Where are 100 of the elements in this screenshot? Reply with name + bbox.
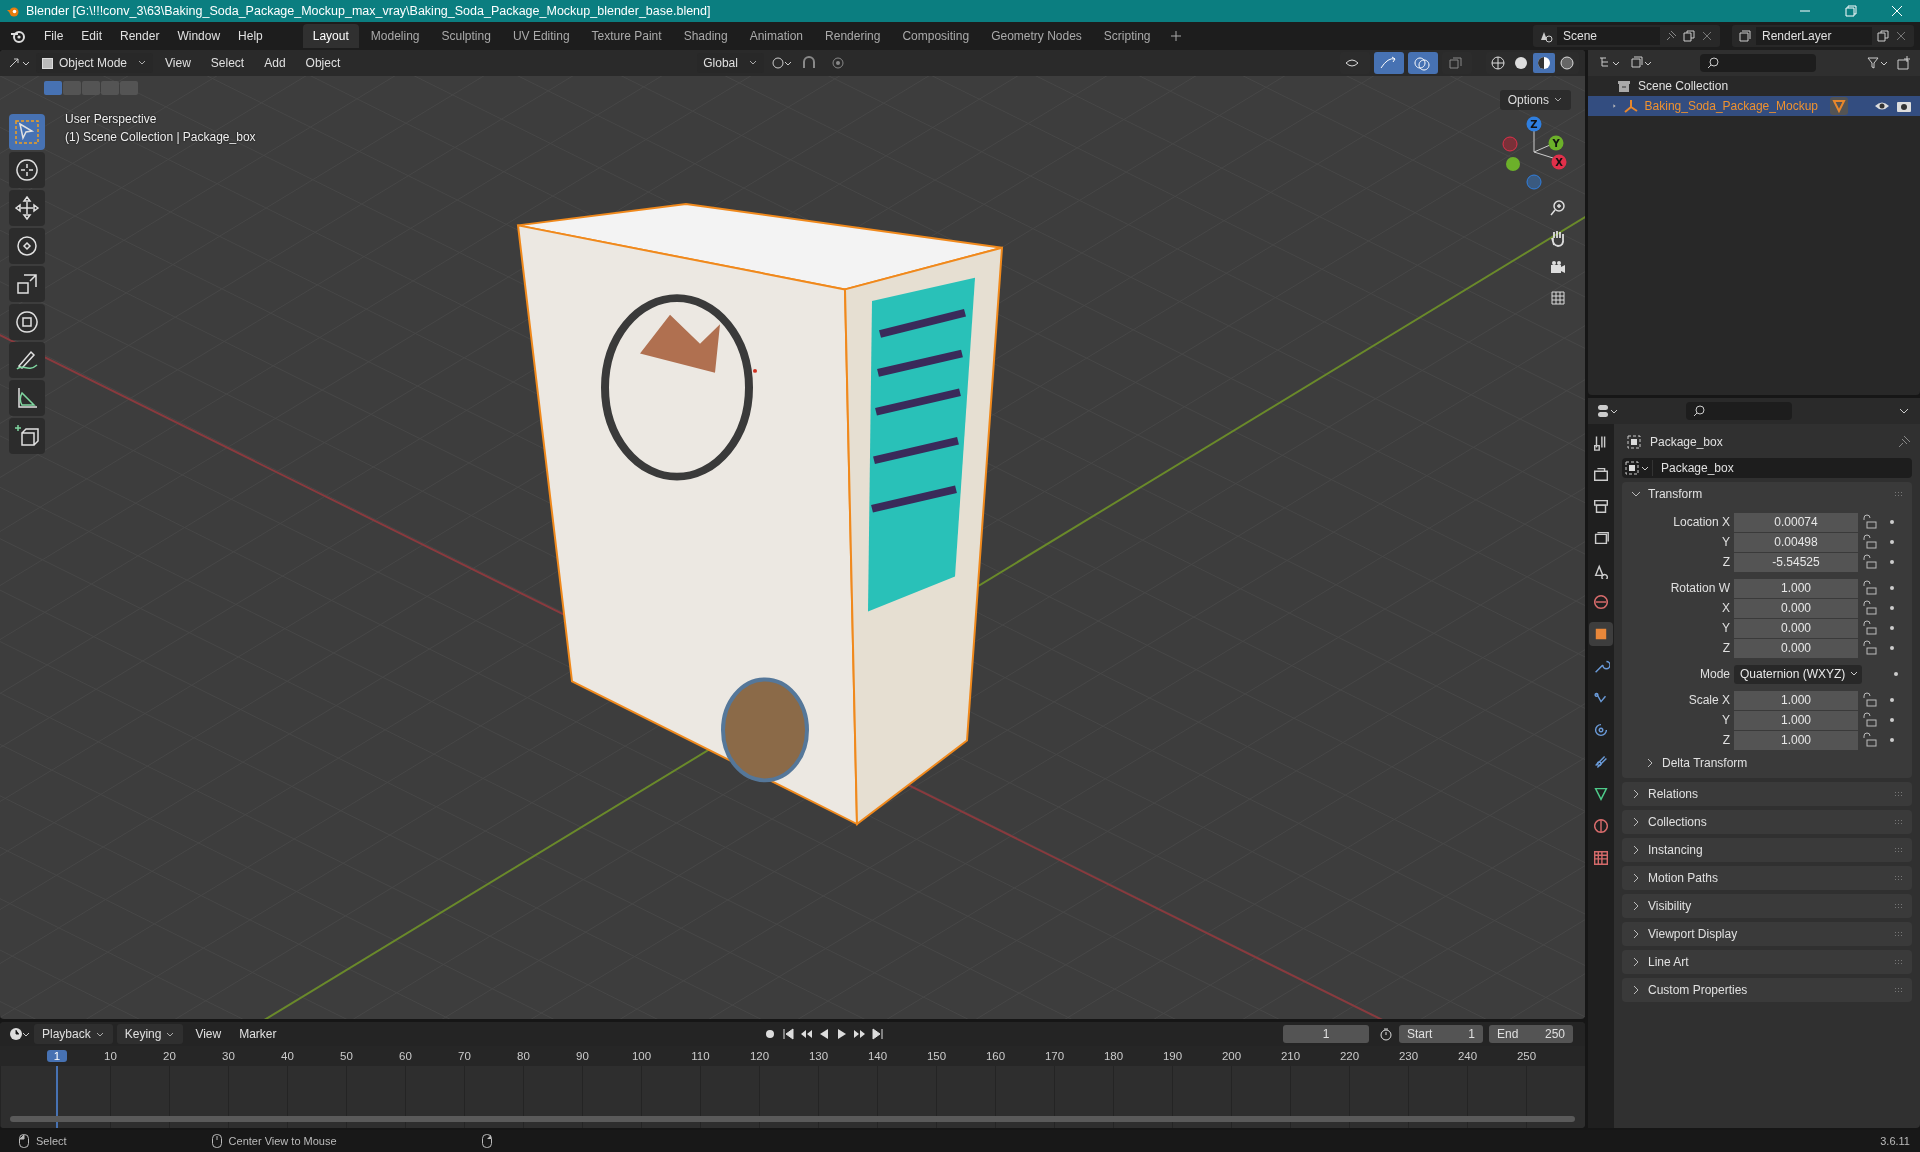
number-field[interactable]: 0.00074 — [1734, 512, 1858, 532]
axis-ball[interactable]: Z — [1526, 116, 1542, 132]
workspace-tab[interactable]: Modeling — [360, 24, 430, 48]
number-field[interactable]: 0.00498 — [1734, 532, 1858, 552]
jump-start-icon[interactable] — [780, 1027, 795, 1041]
close-icon[interactable] — [1700, 29, 1714, 43]
keyframe-dot-icon[interactable] — [1890, 606, 1894, 610]
pin-icon[interactable] — [1664, 29, 1678, 43]
select-tool-icon[interactable] — [9, 114, 45, 150]
keyframe-dot-icon[interactable] — [1890, 646, 1894, 650]
subpanel-title[interactable]: Delta Transform — [1662, 756, 1748, 770]
workspace-tab[interactable]: UV Editing — [502, 24, 580, 48]
annotate-tool-icon[interactable] — [9, 342, 45, 378]
copy-icon[interactable] — [1876, 29, 1890, 43]
triangle-data-icon[interactable] — [1830, 97, 1848, 115]
search-field[interactable] — [1686, 402, 1792, 420]
transform-tool-icon[interactable] — [9, 304, 45, 340]
workspace-tab[interactable]: Geometry Nodes — [981, 24, 1092, 48]
workspace-tab[interactable]: Sculpting — [431, 24, 501, 48]
workspace-tab[interactable]: Animation — [739, 24, 814, 48]
axis-ball[interactable]: Y — [1548, 135, 1564, 151]
menu-item[interactable]: Object — [297, 53, 349, 73]
workspace-tab[interactable]: Layout — [302, 24, 359, 48]
scrollbar[interactable] — [10, 1116, 1575, 1122]
unlocked-padlock-icon[interactable] — [1862, 514, 1878, 530]
menu-item[interactable]: Add — [256, 53, 294, 73]
shading-mode-icon[interactable] — [1533, 53, 1555, 73]
number-field[interactable]: 1.000 — [1734, 710, 1858, 730]
unlocked-padlock-icon[interactable] — [1862, 712, 1878, 728]
blender-logo-icon[interactable] — [10, 28, 26, 44]
expand-arrow-icon[interactable] — [1612, 101, 1617, 111]
panel-title[interactable]: Line Art — [1648, 955, 1689, 969]
copy-icon[interactable] — [1682, 29, 1696, 43]
panel-title[interactable]: Visibility — [1648, 899, 1692, 913]
object-dropdown-icon[interactable] — [1622, 460, 1653, 476]
menu-item[interactable]: Window — [169, 26, 229, 46]
axis-ball[interactable]: X — [1551, 154, 1567, 170]
workspace-tab[interactable]: Rendering — [815, 24, 891, 48]
search-field[interactable] — [1700, 54, 1816, 72]
cursor-tool-icon[interactable] — [9, 152, 45, 188]
unlocked-padlock-icon[interactable] — [1862, 600, 1878, 616]
pin-icon[interactable] — [1896, 434, 1912, 450]
unlocked-padlock-icon[interactable] — [1862, 554, 1878, 570]
keyframe-dot-icon[interactable] — [1894, 672, 1898, 676]
menu-item[interactable]: Keying — [116, 1024, 184, 1044]
menu-item[interactable]: Marker — [231, 1024, 285, 1044]
menu-item[interactable]: File — [36, 26, 72, 46]
rotate-tool-icon[interactable] — [9, 228, 45, 264]
new-collection-icon[interactable] — [1896, 55, 1912, 71]
keyframe-dot-icon[interactable] — [1890, 698, 1894, 702]
menu-item[interactable]: Playback — [34, 1024, 113, 1044]
menu-item[interactable]: View — [187, 1024, 230, 1044]
keyframe-dot-icon[interactable] — [1890, 540, 1894, 544]
menu-item[interactable]: Help — [230, 26, 271, 46]
measure-tool-icon[interactable] — [9, 380, 45, 416]
grid-icon[interactable] — [1548, 288, 1568, 308]
rotation-mode-dropdown[interactable]: Quaternion (WXYZ) — [1734, 664, 1862, 684]
next-keyframe-icon[interactable] — [852, 1027, 867, 1041]
unlocked-padlock-icon[interactable] — [1862, 640, 1878, 656]
object-tab-icon[interactable] — [1589, 622, 1613, 646]
unlocked-padlock-icon[interactable] — [1862, 620, 1878, 636]
end-frame-field[interactable]: End 250 — [1489, 1025, 1573, 1043]
overlay-toggle-icon[interactable] — [1408, 52, 1438, 74]
keyframe-dot-icon[interactable] — [1890, 520, 1894, 524]
axis-ball-icon[interactable] — [1506, 157, 1520, 171]
jump-end-icon[interactable] — [870, 1027, 885, 1041]
menu-item[interactable]: View — [157, 53, 199, 73]
gizmo-toggle-icon[interactable] — [1374, 52, 1404, 74]
scale-tool-icon[interactable] — [9, 266, 45, 302]
unlocked-padlock-icon[interactable] — [1862, 692, 1878, 708]
menu-item[interactable]: Render — [112, 26, 168, 46]
keyframe-dot-icon[interactable] — [1890, 560, 1894, 564]
menu-item[interactable]: Select — [202, 53, 253, 73]
stopwatch-icon[interactable] — [1379, 1027, 1393, 1041]
panel-title[interactable]: Collections — [1648, 815, 1707, 829]
workspace-tab[interactable]: Scripting — [1093, 24, 1161, 48]
number-field[interactable]: 1.000 — [1734, 578, 1858, 598]
panel-title[interactable]: Instancing — [1648, 843, 1703, 857]
number-field[interactable]: -5.54525 — [1734, 552, 1858, 572]
unlocked-padlock-icon[interactable] — [1862, 534, 1878, 550]
unlocked-padlock-icon[interactable] — [1862, 732, 1878, 748]
number-field[interactable]: 0.000 — [1734, 638, 1858, 658]
panel-title[interactable]: Motion Paths — [1648, 871, 1719, 885]
menu-item[interactable]: Edit — [73, 26, 111, 46]
workspace-tab[interactable]: Texture Paint — [581, 24, 672, 48]
keyframe-dot-icon[interactable] — [1890, 718, 1894, 722]
outliner-row[interactable]: Baking_Soda_Package_Mockup — [1588, 96, 1920, 116]
options-dropdown[interactable]: Options — [1499, 90, 1571, 110]
keyframe-dot-icon[interactable] — [1890, 626, 1894, 630]
outliner-item[interactable]: Scene Collection — [1638, 79, 1729, 93]
scene-selector[interactable]: Scene — [1533, 25, 1720, 47]
add-tool-icon[interactable] — [9, 418, 45, 454]
workspace-tab[interactable]: Shading — [673, 24, 738, 48]
unlocked-padlock-icon[interactable] — [1862, 580, 1878, 596]
workspace-tab[interactable]: Compositing — [892, 24, 980, 48]
number-field[interactable]: 0.000 — [1734, 598, 1858, 618]
zoom-icon[interactable] — [1548, 198, 1568, 218]
start-frame-field[interactable]: Start 1 — [1399, 1025, 1483, 1043]
number-field[interactable]: 1.000 — [1734, 690, 1858, 710]
number-field[interactable]: 1.000 — [1734, 730, 1858, 750]
